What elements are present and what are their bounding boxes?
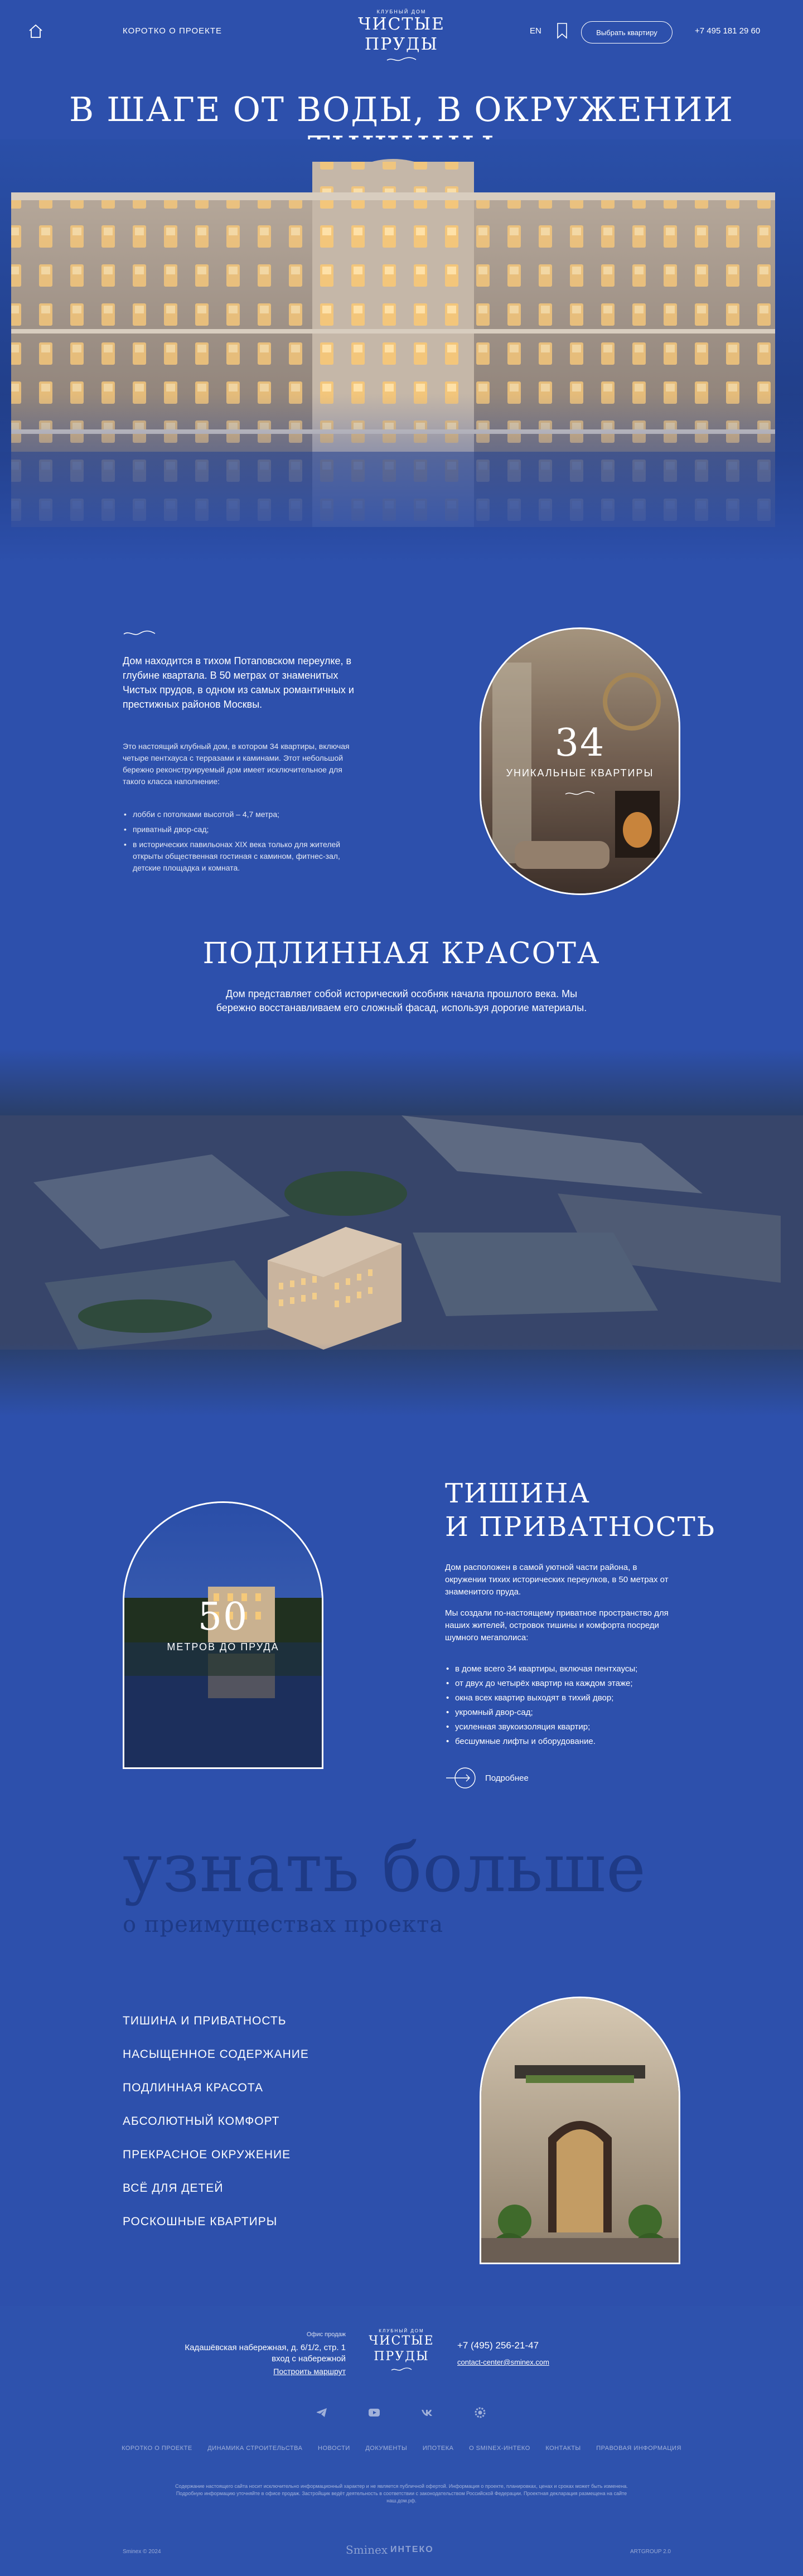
vk-icon[interactable] [420,2406,433,2419]
advantage-item-children[interactable]: ВСЁ ДЛЯ ДЕТЕЙ [123,2181,309,2214]
list-item: укромный двор-сад; [445,1707,702,1719]
office-label: Офис продаж [306,2331,346,2338]
intro-feature-list: лобби с потолками высотой – 4,7 метра; п… [123,809,362,877]
more-link-label: Подробнее [485,1773,529,1783]
youtube-icon[interactable] [368,2406,380,2419]
footer-logo-subtitle: КЛУБНЫЙ ДОМ [379,2328,424,2333]
list-item: в исторических павильонах XIX века тольк… [123,839,362,874]
list-item: усиленная звукоизоляция квартир; [445,1721,702,1733]
footer-logo-line-2: ПРУДЫ [374,2350,429,2364]
about-project-link[interactable]: КОРОТКО О ПРОЕКТЕ [123,26,222,36]
advantage-item-surroundings[interactable]: ПРЕКРАСНОЕ ОКРУЖЕНИЕ [123,2147,309,2181]
footer-email[interactable]: contact-center@sminex.com [457,2358,549,2366]
footer-logo[interactable]: КЛУБНЫЙ ДОМ ЧИСТЫЕ ПРУДЫ [368,2328,435,2375]
arrow-right-icon [446,1767,476,1789]
footer-nav-item[interactable]: ПРАВОВАЯ ИНФОРМАЦИЯ [596,2445,681,2452]
apartments-caption: УНИКАЛЬНЫЕ КВАРТИРЫ [506,767,654,779]
aerial-view-image [0,1048,803,1417]
logo-subtitle: КЛУБНЫЙ ДОМ [376,9,427,15]
advantage-item-beauty[interactable]: ПОДЛИННАЯ КРАСОТА [123,2080,309,2114]
interior-arch-image: 34 УНИКАЛЬНЫЕ КВАРТИРЫ [480,627,680,895]
wave-icon [565,791,595,795]
distance-caption: МЕТРОВ ДО ПРУДА [167,1641,279,1652]
more-link[interactable]: Подробнее [445,1767,529,1789]
list-item: приватный двор-сад; [123,824,362,835]
privacy-paragraph-1: Дом расположен в самой уютной части райо… [445,1563,669,1597]
telegram-icon[interactable] [316,2406,328,2419]
privacy-title-line-2: И ПРИВАТНОСТЬ [445,1511,716,1543]
home-icon[interactable] [28,23,43,39]
footer-nav-item[interactable]: ДОКУМЕНТЫ [365,2445,407,2452]
header-phone[interactable]: +7 495 181 29 60 [695,26,760,36]
learn-more-subheading: о преимуществах проекта [123,1912,444,1937]
learn-more-heading: узнать больше [123,1830,647,1907]
footer-nav-item[interactable]: КОНТАКТЫ [545,2445,581,2452]
entrance-arch-image [480,1997,680,2264]
list-item: окна всех квартир выходят в тихий двор; [445,1692,702,1704]
distance-number: 50 [197,1595,249,1639]
intro-lead-text: Дом находится в тихом Потаповском переул… [123,655,354,710]
build-route-link[interactable]: Построить маршрут [178,2367,346,2376]
wave-icon [123,630,156,635]
footer-logo-line-1: ЧИСТЫЕ [369,2334,434,2348]
footer-nav-item[interactable]: О SMINEX-ИНТЕКО [469,2445,530,2452]
language-switch[interactable]: EN [530,26,541,36]
footer-nav: КОРОТКО О ПРОЕКТЕ ДИНАМИКА СТРОИТЕЛЬСТВА… [0,2445,803,2452]
advantage-item-content[interactable]: НАСЫЩЕННОЕ СОДЕРЖАНИЕ [123,2047,309,2080]
office-entrance: вход с набережной [272,2354,346,2364]
bookmark-icon[interactable] [555,22,569,39]
list-item: в доме всего 34 квартиры, включая пентха… [445,1663,702,1675]
list-item: бесшумные лифты и оборудование. [445,1736,702,1748]
privacy-title: ТИШИНА И ПРИВАТНОСТЬ [445,1477,724,1544]
intro-paragraph: Это настоящий клубный дом, в котором 34 … [123,742,350,786]
advantage-item-apartments[interactable]: РОСКОШНЫЕ КВАРТИРЫ [123,2214,309,2248]
logo-name: ЧИСТЫЕ ПРУДЫ [358,15,445,54]
legal-disclaimer: Содержание настоящего сайта носит исключ… [175,2483,628,2503]
privacy-feature-list: в доме всего 34 квартиры, включая пентха… [445,1663,702,1750]
copyright: Sminex © 2024 [123,2549,161,2555]
privacy-paragraph-2: Мы создали по-настоящему приватное прост… [445,1608,669,1642]
wave-icon [386,57,417,61]
beauty-text: Дом представляет собой исторический особ… [216,988,587,1013]
choose-apartment-button[interactable]: Выбрать квартиру [581,21,673,44]
logo[interactable]: КЛУБНЫЙ ДОМ ЧИСТЫЕ ПРУДЫ [335,9,468,65]
sminex-logo[interactable]: Sminex [346,2543,388,2556]
hero-building-image [0,139,803,563]
wave-icon [391,2367,412,2371]
footer-nav-item[interactable]: ДИНАМИКА СТРОИТЕЛЬСТВА [207,2445,302,2452]
advantage-item-comfort[interactable]: АБСОЛЮТНЫЙ КОМФОРТ [123,2114,309,2147]
advantages-menu: ТИШИНА И ПРИВАТНОСТЬ НАСЫЩЕННОЕ СОДЕРЖАН… [123,2013,309,2248]
footer-nav-item[interactable]: КОРОТКО О ПРОЕКТЕ [122,2445,192,2452]
beauty-title: ПОДЛИННАЯ КРАСОТА [202,937,601,970]
office-address: Кадашёвская набережная, д. 6/1/2, стр. 1 [185,2343,346,2352]
list-item: лобби с потолками высотой – 4,7 метра; [123,809,362,820]
footer-nav-item[interactable]: НОВОСТИ [318,2445,350,2452]
advantage-item-privacy[interactable]: ТИШИНА И ПРИВАТНОСТЬ [123,2013,309,2047]
settings-icon[interactable] [474,2406,486,2419]
footer-phone[interactable]: +7 (495) 256-21-47 [457,2340,539,2351]
apartments-count: 34 [554,721,606,765]
entrance-image [481,1998,679,2263]
list-item: от двух до четырёх квартир на каждом эта… [445,1678,702,1690]
privacy-title-line-1: ТИШИНА [445,1478,591,1509]
developer-credit[interactable]: ARTGROUP 2.0 [630,2549,671,2555]
pond-arch-image: 50 МЕТРОВ ДО ПРУДА [123,1501,323,1769]
inteco-logo[interactable]: ИНТЕКО [390,2545,434,2555]
footer-nav-item[interactable]: ИПОТЕКА [423,2445,454,2452]
